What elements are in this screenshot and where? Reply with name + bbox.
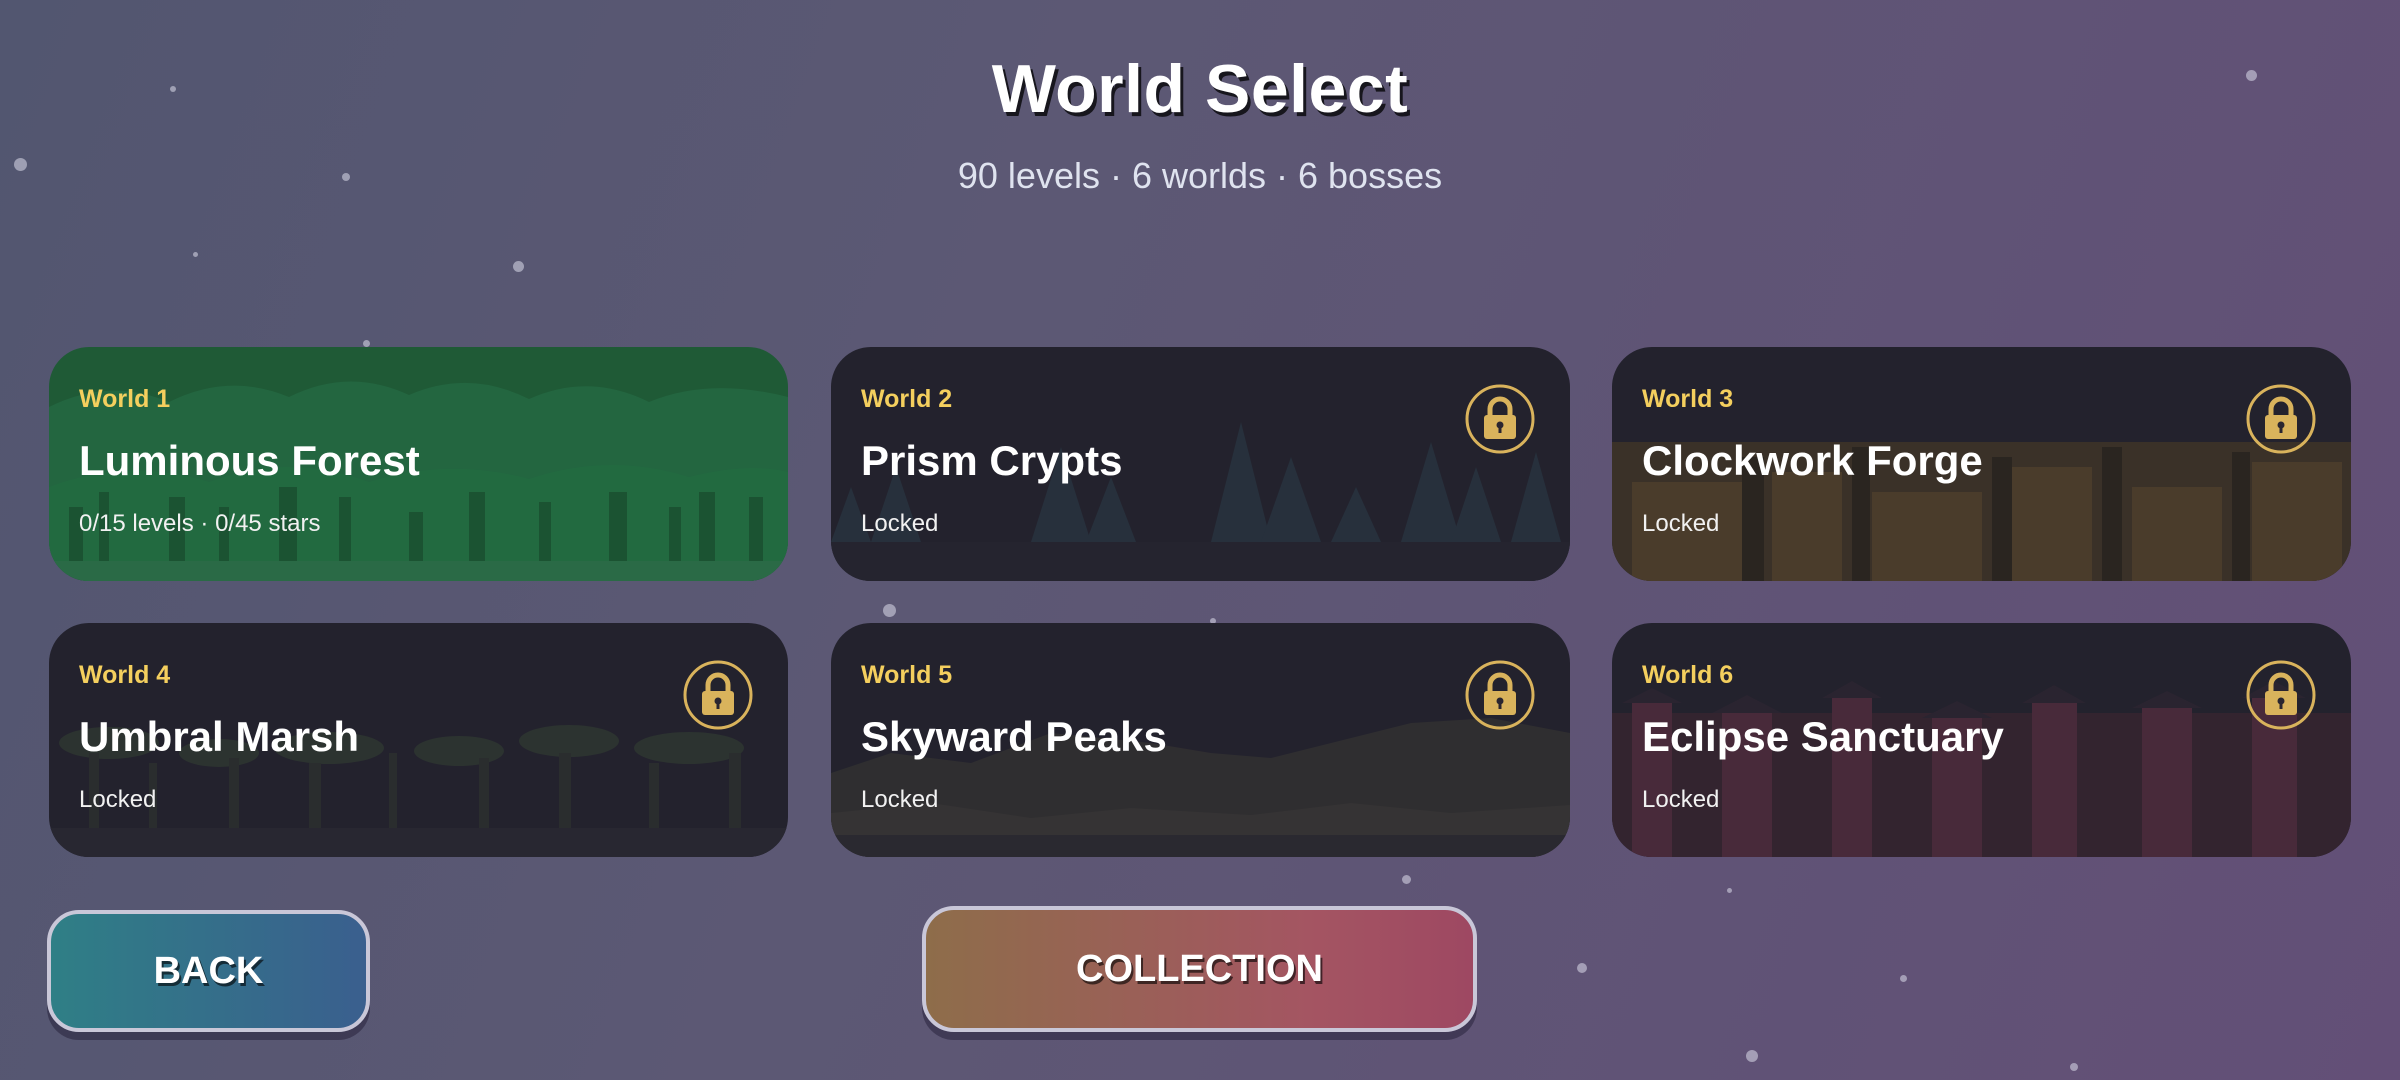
collection-button[interactable]: COLLECTION [922,906,1477,1032]
world-status: Locked [1642,510,1720,537]
world-status: Locked [79,786,157,813]
world-number: World 6 [1642,661,1734,689]
lock-icon [2246,660,2316,730]
back-button[interactable]: BACK [47,910,370,1032]
world-number: World 4 [79,661,171,689]
world-status: Locked [861,786,939,813]
world-name: Umbral Marsh [79,713,360,760]
star-decoration [363,340,370,347]
world-card-6[interactable]: World 6 Eclipse Sanctuary Locked [1612,623,2351,857]
world-progress: 0/15 levels · 0/45 stars [79,510,321,537]
page-title: World Select [991,51,1409,127]
lock-icon [683,660,753,730]
star-decoration [1577,963,1587,973]
star-decoration [193,252,198,257]
lock-icon [1465,384,1535,454]
lock-icon [2246,384,2316,454]
world-number: World 5 [861,661,953,689]
star-decoration [513,261,524,272]
world-status: Locked [1642,786,1720,813]
star-decoration [1746,1050,1758,1062]
world-status: Locked [861,510,939,537]
world-card-5[interactable]: World 5 Skyward Peaks Locked [831,623,1570,857]
world-number: World 1 [79,385,171,413]
world-name: Eclipse Sanctuary [1642,713,2004,760]
world-name: Prism Crypts [861,437,1123,484]
star-decoration [883,604,896,617]
world-name: Clockwork Forge [1642,437,1983,484]
world-card-2[interactable]: World 2 Prism Crypts Locked [831,347,1570,581]
world-card-4[interactable]: World 4 Umbral Marsh Locked [49,623,788,857]
world-name: Skyward Peaks [861,713,1167,760]
world-card-1[interactable]: World 1 Luminous Forest 0/15 levels · 0/… [49,347,788,581]
world-card-3[interactable]: World 3 Clockwork Forge Locked [1612,347,2351,581]
page-subtitle: 90 levels · 6 worlds · 6 bosses [957,155,1443,196]
star-decoration [2070,1063,2078,1071]
star-decoration [1900,975,1907,982]
star-decoration [1402,875,1411,884]
world-number: World 2 [861,385,953,413]
lock-icon [1465,660,1535,730]
star-decoration [1727,888,1732,893]
world-number: World 3 [1642,385,1734,413]
world-name: Luminous Forest [79,437,420,484]
